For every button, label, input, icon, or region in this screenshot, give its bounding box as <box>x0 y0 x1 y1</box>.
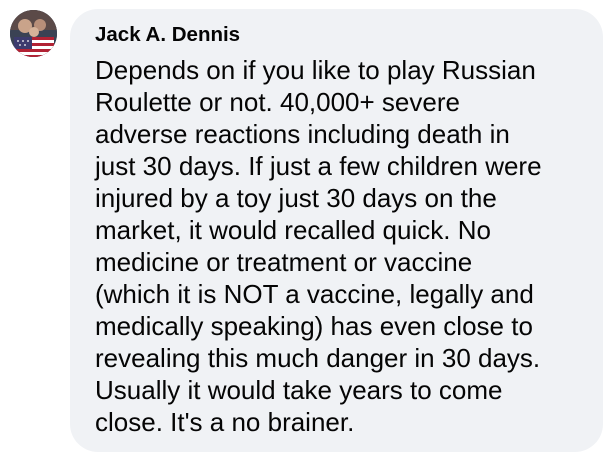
comment-text-line: adverse reactions including death in <box>95 119 510 149</box>
comment-text-line: Roulette or not. 40,000+ severe <box>95 87 460 117</box>
comment-text: Depends on if you like to play Russian R… <box>95 54 593 438</box>
comment-text-line: (which it is NOT a vaccine, legally and <box>95 279 534 309</box>
comment-text-line: medicine or treatment or vaccine <box>95 247 473 277</box>
author-name[interactable]: Jack A. Dennis <box>95 22 593 48</box>
comment-text-line: just 30 days. If just a few children wer… <box>95 151 542 181</box>
comment-text-line: revealing this much danger in 30 days. <box>95 343 541 373</box>
comment-text-line: injured by a toy just 30 days on the <box>95 183 497 213</box>
avatar-photo-icon <box>10 10 57 57</box>
comment-text-line: market, it would recalled quick. No <box>95 215 491 245</box>
comment: Jack A. Dennis Depends on if you like to… <box>0 0 605 455</box>
comment-text-line: Usually it would take years to come <box>95 375 503 405</box>
comment-bubble: Jack A. Dennis Depends on if you like to… <box>70 9 603 452</box>
comment-text-line: medically speaking) has even close to <box>95 311 533 341</box>
comment-text-line: close. It's a no brainer. <box>95 407 355 437</box>
comment-text-line: Depends on if you like to play Russian <box>95 55 536 85</box>
avatar[interactable] <box>10 10 57 57</box>
